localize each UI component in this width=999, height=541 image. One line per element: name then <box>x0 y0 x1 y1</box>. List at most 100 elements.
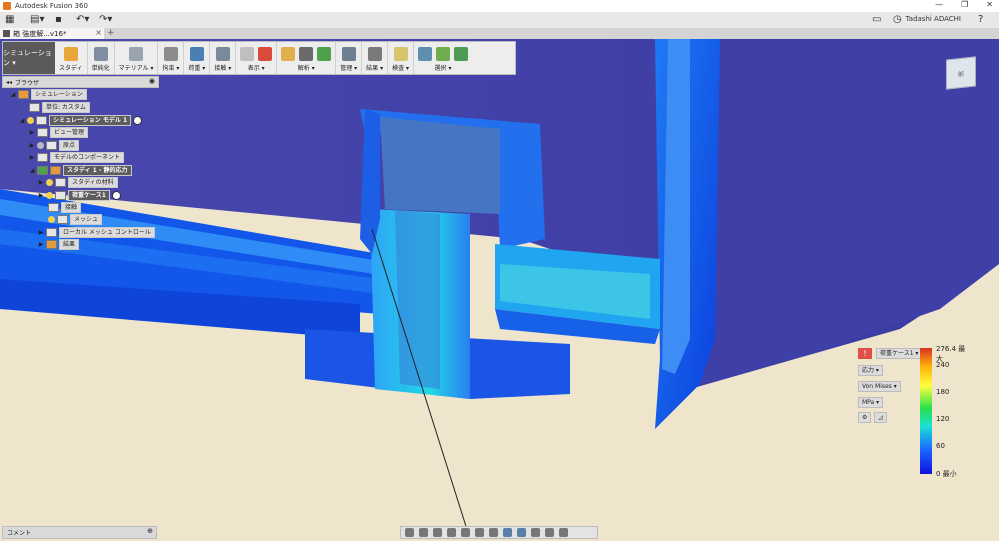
display-group[interactable]: 表示 ▾ <box>236 42 278 74</box>
fit-icon[interactable] <box>461 528 470 537</box>
solve-icon[interactable] <box>299 47 314 61</box>
simplify-icon[interactable] <box>93 47 108 61</box>
grid-settings-icon[interactable] <box>489 528 498 537</box>
view-mesh-icon[interactable] <box>517 528 526 537</box>
result-type-dropdown[interactable]: 応力 ▾ <box>858 364 883 376</box>
undo-icon[interactable]: ↶▾ <box>76 14 89 25</box>
job-status-icon[interactable]: ◷ <box>893 14 902 25</box>
tree-node-mesh[interactable]: メッシュ <box>48 214 103 225</box>
constraints-group[interactable]: 拘束 ▾ <box>158 42 185 74</box>
load-icon[interactable] <box>189 47 204 61</box>
expand-arrow-icon[interactable]: ◢ <box>29 167 35 174</box>
file-menu-icon[interactable]: ▤▾ <box>30 14 44 25</box>
tree-node-origin[interactable]: ▶ 原点 <box>29 140 80 151</box>
contact-icon[interactable] <box>215 47 230 61</box>
material-icon[interactable] <box>129 47 144 61</box>
visibility-bulb-icon[interactable] <box>46 192 53 199</box>
visibility-bulb-icon[interactable] <box>48 216 55 223</box>
help-icon[interactable]: ? <box>978 14 983 25</box>
view-cube[interactable]: 前 <box>946 56 976 90</box>
new-tab-button[interactable]: + <box>107 28 115 38</box>
visibility-bulb-icon[interactable] <box>37 142 44 149</box>
tree-node-model-components[interactable]: ▶ モデルのコンポーネント <box>29 152 125 163</box>
app-grid-icon[interactable]: ▦ <box>5 14 14 25</box>
view-transparent-icon[interactable] <box>545 528 554 537</box>
expand-arrow-icon[interactable]: ▶ <box>29 154 35 161</box>
tree-node-study-1[interactable]: ◢ スタディ 1 - 静的応力 <box>29 165 132 176</box>
manage-icon[interactable] <box>341 47 356 61</box>
constraint-icon[interactable] <box>163 47 178 61</box>
collapse-browser-icon[interactable]: ◂◂ <box>6 79 12 86</box>
visibility-bulb-icon[interactable] <box>27 117 34 124</box>
activate-radio-icon[interactable] <box>111 191 121 200</box>
view-wireframe-icon[interactable] <box>531 528 540 537</box>
expand-arrow-icon[interactable]: ▶ <box>38 229 44 236</box>
visibility-bulb-icon[interactable] <box>46 179 53 186</box>
deformation-scale-button[interactable]: ◿ <box>874 411 888 423</box>
close-button[interactable]: ✕ <box>986 0 993 9</box>
inspect-group[interactable]: 検査 ▾ <box>388 42 414 74</box>
tree-node-simulation-model[interactable]: ◢ シミュレーション モデル 1 <box>19 115 143 126</box>
measure-icon[interactable] <box>393 47 408 61</box>
zoom-icon[interactable] <box>447 528 456 537</box>
tree-node-study-materials[interactable]: ▶ スタディの材料 <box>38 177 118 188</box>
pre-check-icon[interactable] <box>281 47 296 61</box>
stress-criterion-dropdown[interactable]: Von Mises ▾ <box>858 380 901 392</box>
display-settings-icon[interactable] <box>475 528 484 537</box>
view-body-icon[interactable] <box>503 528 512 537</box>
tree-node-units[interactable]: 単位: カスタム <box>29 102 90 113</box>
tree-node-contacts[interactable]: 接触 <box>48 202 82 213</box>
tree-node-results[interactable]: ▶ 結果 <box>38 239 80 250</box>
close-tab-icon[interactable]: × <box>95 28 102 37</box>
restore-button[interactable]: ❐ <box>961 0 968 9</box>
comments-panel[interactable]: コメント ⊕ <box>2 526 157 539</box>
legend-settings-button[interactable]: ⚙ <box>858 411 872 423</box>
browser-pin-icon[interactable]: ◉ <box>149 77 155 85</box>
redo-icon[interactable]: ↷▾ <box>99 14 112 25</box>
select-body-icon[interactable] <box>436 47 450 61</box>
expand-arrow-icon[interactable]: ▶ <box>29 142 35 149</box>
notifications-icon[interactable]: ▭ <box>872 14 881 25</box>
expand-arrow-icon[interactable]: ▶ <box>29 129 35 136</box>
solve-group[interactable]: 解析 ▾ <box>277 42 337 74</box>
minimize-button[interactable]: — <box>935 0 943 9</box>
simulation-viewport[interactable] <box>0 39 999 541</box>
display-icon[interactable] <box>240 47 255 61</box>
user-name[interactable]: Tadashi ADACHI <box>906 15 961 23</box>
material-group[interactable]: マテリアル ▾ <box>115 42 159 74</box>
save-icon[interactable]: ▪ <box>55 14 62 25</box>
expand-arrow-icon[interactable]: ▶ <box>38 179 44 186</box>
select-cursor-icon[interactable] <box>418 47 432 61</box>
expand-arrow-icon[interactable]: ◢ <box>10 91 16 98</box>
warning-icon[interactable]: ! <box>858 347 872 359</box>
manage-group[interactable]: 管理 ▾ <box>336 42 363 74</box>
tree-node-load-case-1[interactable]: ▶ 荷重ケース1 <box>38 190 121 201</box>
view-outline-icon[interactable] <box>559 528 568 537</box>
expand-arrow-icon[interactable]: ▶ <box>38 192 44 199</box>
add-comment-icon[interactable]: ⊕ <box>147 527 153 535</box>
load-case-dropdown[interactable]: 荷重ケース1 ▾ <box>876 347 923 359</box>
orbit-icon[interactable] <box>405 528 414 537</box>
workspace-switcher[interactable]: シミュレーション ▾ <box>3 42 55 74</box>
contacts-group[interactable]: 接触 ▾ <box>210 42 237 74</box>
look-at-icon[interactable] <box>419 528 428 537</box>
tree-node-local-mesh-control[interactable]: ▶ ローカル メッシュ コントロール <box>38 227 155 238</box>
document-tab[interactable]: 箱 強度解...v16* × <box>0 28 104 39</box>
select-component-icon[interactable] <box>454 47 468 61</box>
browser-header[interactable]: ◂◂ ブラウザ ◉ <box>2 76 159 88</box>
study-group[interactable]: スタディ <box>55 42 88 74</box>
new-study-icon[interactable] <box>63 47 78 61</box>
unit-dropdown[interactable]: MPa ▾ <box>858 396 884 408</box>
activate-radio-icon[interactable] <box>133 116 143 125</box>
tree-node-named-views[interactable]: ▶ ビュー管理 <box>29 127 89 138</box>
expand-arrow-icon[interactable]: ◢ <box>19 117 25 124</box>
pan-icon[interactable] <box>433 528 442 537</box>
results-group[interactable]: 結果 ▾ <box>362 42 389 74</box>
tree-node-simulation[interactable]: ◢ シミュレーション <box>10 89 87 100</box>
display-settings-icon[interactable] <box>258 47 273 61</box>
expand-arrow-icon[interactable]: ▶ <box>38 241 44 248</box>
solve-check-icon[interactable] <box>317 47 332 61</box>
loads-group[interactable]: 荷重 ▾ <box>184 42 211 74</box>
results-icon[interactable] <box>367 47 382 61</box>
select-group[interactable]: 選択 ▾ <box>414 42 472 74</box>
